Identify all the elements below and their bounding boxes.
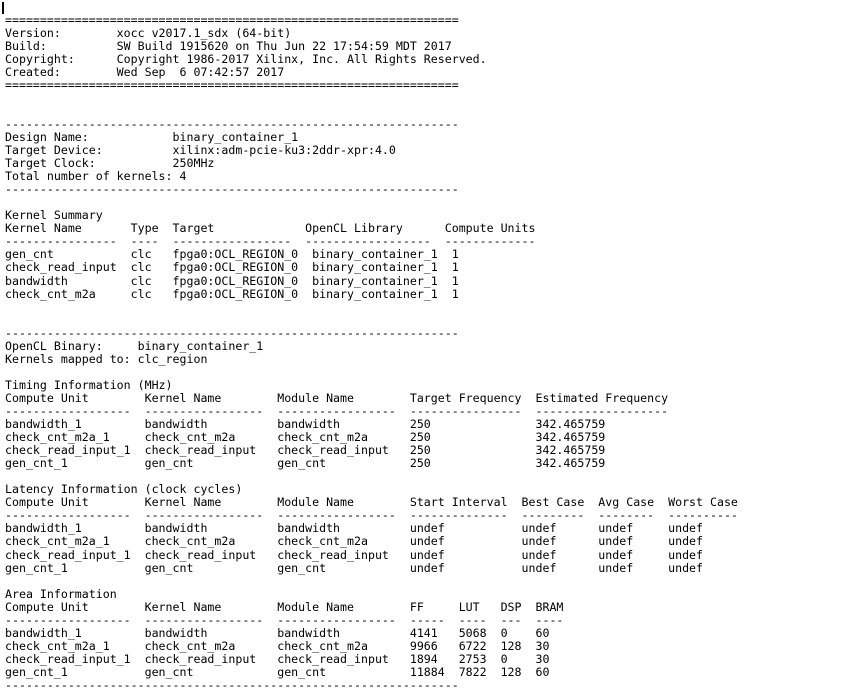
report-line: bandwidth clc fpga0:OCL_REGION_0 binary_… [5, 273, 459, 288]
report-line: check_cnt_m2a_1 check_cnt_m2a check_cnt_… [5, 534, 704, 549]
report-line [5, 105, 738, 118]
report-line: ========================================… [5, 77, 459, 92]
report-line [5, 92, 738, 105]
report-line [5, 301, 738, 314]
report-line: OpenCL Binary: binary_container_1 [5, 338, 264, 353]
report-line: bandwidth_1 bandwidth bandwidth 4141 506… [5, 625, 550, 640]
report-text-body: ========================================… [5, 12, 738, 692]
report-line: gen_cnt_1 gen_cnt gen_cnt 250 342.465759 [5, 456, 606, 471]
text-caret [2, 2, 4, 14]
report-line: check_read_input_1 check_read_input chec… [5, 547, 704, 562]
report-line: check_cnt_m2a_1 check_cnt_m2a check_cnt_… [5, 638, 550, 653]
report-line [5, 196, 738, 209]
xocc-build-report-output: ========================================… [0, 0, 868, 692]
report-line: gen_cnt_1 gen_cnt gen_cnt undef undef un… [5, 560, 704, 575]
report-line [5, 366, 738, 379]
report-line: ========================================… [5, 12, 459, 27]
report-line: Created: Wed Sep 6 07:42:57 2017 [5, 64, 285, 79]
report-line: Timing Information (MHz) [5, 377, 173, 392]
report-line: Area Information [5, 586, 117, 601]
report-line: Build: SW Build 1915620 on Thu Jun 22 17… [5, 38, 452, 53]
report-line: Copyright: Copyright 1986-2017 Xilinx, I… [5, 51, 487, 66]
report-line [5, 575, 738, 588]
report-line: Kernels mapped to: clc_region [5, 351, 208, 366]
report-line: check_read_input clc fpga0:OCL_REGION_0 … [5, 260, 459, 275]
report-line: ----------------------------------------… [5, 182, 459, 197]
report-line: Compute Unit Kernel Name Module Name FF … [5, 599, 564, 614]
report-line [5, 314, 738, 327]
report-line: Version: xocc v2017.1_sdx (64-bit) [5, 25, 292, 40]
report-line: ----------------------------------------… [5, 325, 459, 340]
report-line: ------------------ ----------------- ---… [5, 612, 564, 627]
report-line: check_cnt_m2a clc fpga0:OCL_REGION_0 bin… [5, 286, 459, 301]
report-line: check_read_input_1 check_read_input chec… [5, 651, 550, 666]
report-line: gen_cnt_1 gen_cnt gen_cnt 11884 7822 128… [5, 664, 550, 679]
report-line: ----------------------------------------… [5, 677, 459, 692]
